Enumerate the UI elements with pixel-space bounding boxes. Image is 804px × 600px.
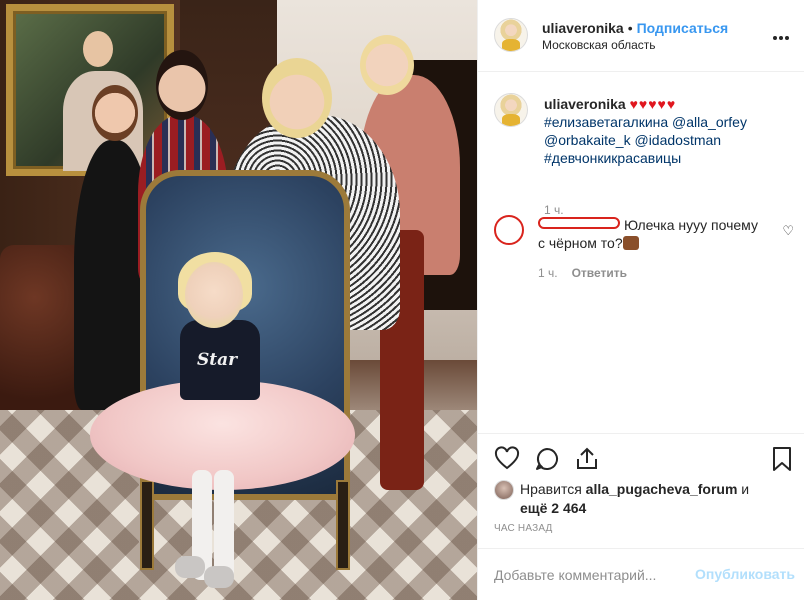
caption-avatar[interactable] bbox=[494, 93, 528, 127]
post-header: uliaveronika • Подписаться Московская обла… bbox=[478, 0, 804, 72]
comment-body: Юлечка нууу почему с чёрном то? bbox=[538, 217, 758, 251]
red-heart-icons: ♥♥♥♥♥ bbox=[629, 96, 677, 112]
comment-time[interactable]: 1 ч. bbox=[538, 266, 558, 280]
girl-head bbox=[185, 262, 243, 328]
chair-leg bbox=[140, 480, 154, 570]
emoji-icon bbox=[622, 236, 639, 250]
more-icon[interactable] bbox=[773, 28, 791, 40]
liker-username[interactable]: alla_pugacheva_forum bbox=[586, 481, 738, 497]
follow-button[interactable]: Подписаться bbox=[637, 20, 729, 36]
likes-conj: и bbox=[741, 481, 750, 497]
comment-icon[interactable] bbox=[534, 446, 560, 472]
header-line: uliaveronika • Подписаться bbox=[542, 20, 728, 36]
comment-input[interactable] bbox=[494, 567, 684, 583]
post-photo[interactable]: Star bbox=[0, 0, 477, 600]
caption-line-2[interactable]: @orbakaite_k @idadostman bbox=[544, 132, 721, 148]
likes-prefix: Нравится bbox=[520, 481, 582, 497]
reply-button[interactable]: Ответить bbox=[572, 266, 627, 280]
comment-meta: 1 ч. Ответить bbox=[538, 266, 627, 280]
location-link[interactable]: Московская область bbox=[542, 38, 656, 52]
action-bar bbox=[478, 433, 804, 473]
caption-username[interactable]: uliaveronika bbox=[544, 96, 626, 112]
share-icon[interactable] bbox=[574, 446, 600, 472]
heart-icon[interactable] bbox=[494, 446, 520, 472]
person-head bbox=[360, 35, 414, 95]
comments-section: uliaveronika ♥♥♥♥♥ #елизаветагалкина @al… bbox=[478, 73, 804, 433]
girl-shoe bbox=[204, 566, 234, 588]
person-head bbox=[92, 85, 138, 141]
author-avatar[interactable] bbox=[494, 18, 528, 52]
comment-text: Юлечка нууу почему с чёрном то? bbox=[538, 216, 758, 252]
liker-avatar[interactable] bbox=[494, 480, 514, 500]
publish-button[interactable]: Опубликовать bbox=[695, 566, 795, 582]
person-head bbox=[156, 50, 208, 120]
comment-like-icon[interactable]: ♡ bbox=[782, 223, 794, 239]
caption-body: uliaveronika ♥♥♥♥♥ #елизаветагалкина @al… bbox=[544, 95, 794, 167]
separator-dot: • bbox=[627, 20, 633, 36]
caption-time[interactable]: 1 ч. bbox=[544, 203, 564, 217]
redacted-avatar bbox=[494, 215, 524, 245]
likes-text: Нравится alla_pugacheva_forum и ещё 2 46… bbox=[520, 480, 780, 518]
bookmark-icon[interactable] bbox=[769, 446, 795, 472]
post-timestamp[interactable]: ЧАС НАЗАД bbox=[494, 523, 553, 534]
chair-leg bbox=[336, 480, 350, 570]
post-sidebar: uliaveronika • Подписаться Московская обла… bbox=[477, 0, 804, 600]
girl-shoe bbox=[175, 556, 205, 578]
caption-line-3[interactable]: #девчонкикрасавицы bbox=[544, 150, 681, 166]
person-head bbox=[262, 58, 332, 138]
likes-count-button[interactable]: ещё 2 464 bbox=[520, 500, 586, 516]
shirt-text: Star bbox=[197, 350, 238, 370]
add-comment-bar: Опубликовать bbox=[478, 548, 804, 600]
author-username[interactable]: uliaveronika bbox=[542, 20, 624, 36]
girl-leg bbox=[214, 470, 234, 580]
caption-line-1[interactable]: #елизаветагалкина @alla_orfey bbox=[544, 114, 747, 130]
